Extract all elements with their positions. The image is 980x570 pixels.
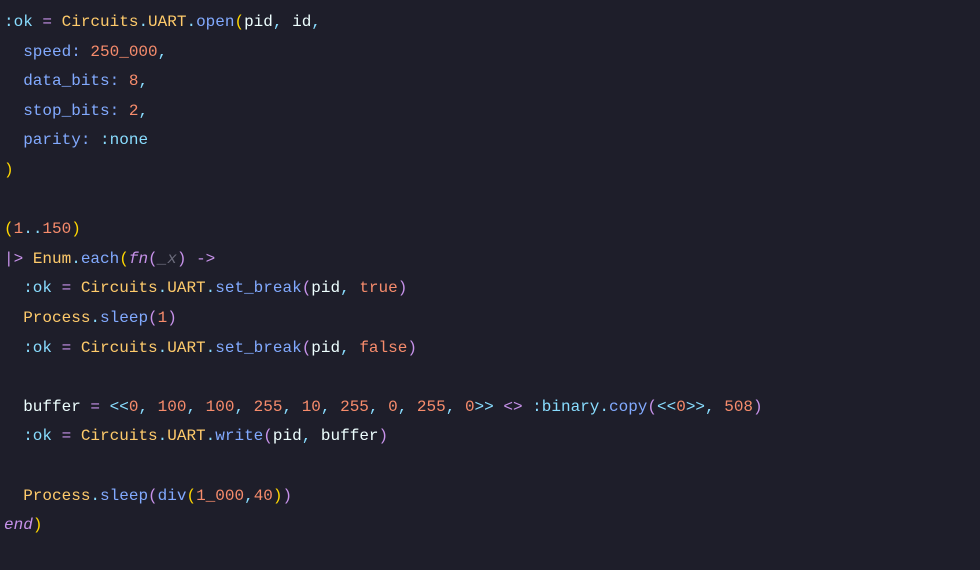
line-11: Process.sleep(1) <box>4 309 177 327</box>
line-8: (1..150) <box>4 220 81 238</box>
line-1: :ok = Circuits.UART.open(pid, id, <box>4 13 321 31</box>
line-3: data_bits: 8, <box>4 72 148 90</box>
line-17: Process.sleep(div(1_000,40)) <box>4 487 292 505</box>
line-15: :ok = Circuits.UART.write(pid, buffer) <box>4 427 388 445</box>
line-12: :ok = Circuits.UART.set_break(pid, false… <box>4 339 417 357</box>
line-5: parity: :none <box>4 131 148 149</box>
line-4: stop_bits: 2, <box>4 102 148 120</box>
line-14: buffer = <<0, 100, 100, 255, 10, 255, 0,… <box>4 398 763 416</box>
line-9: |> Enum.each(fn(_x) -> <box>4 250 215 268</box>
line-2: speed: 250_000, <box>4 43 167 61</box>
line-10: :ok = Circuits.UART.set_break(pid, true) <box>4 279 407 297</box>
line-18: end) <box>4 516 42 534</box>
line-6: ) <box>4 161 14 179</box>
code-block: :ok = Circuits.UART.open(pid, id, speed:… <box>0 0 980 549</box>
